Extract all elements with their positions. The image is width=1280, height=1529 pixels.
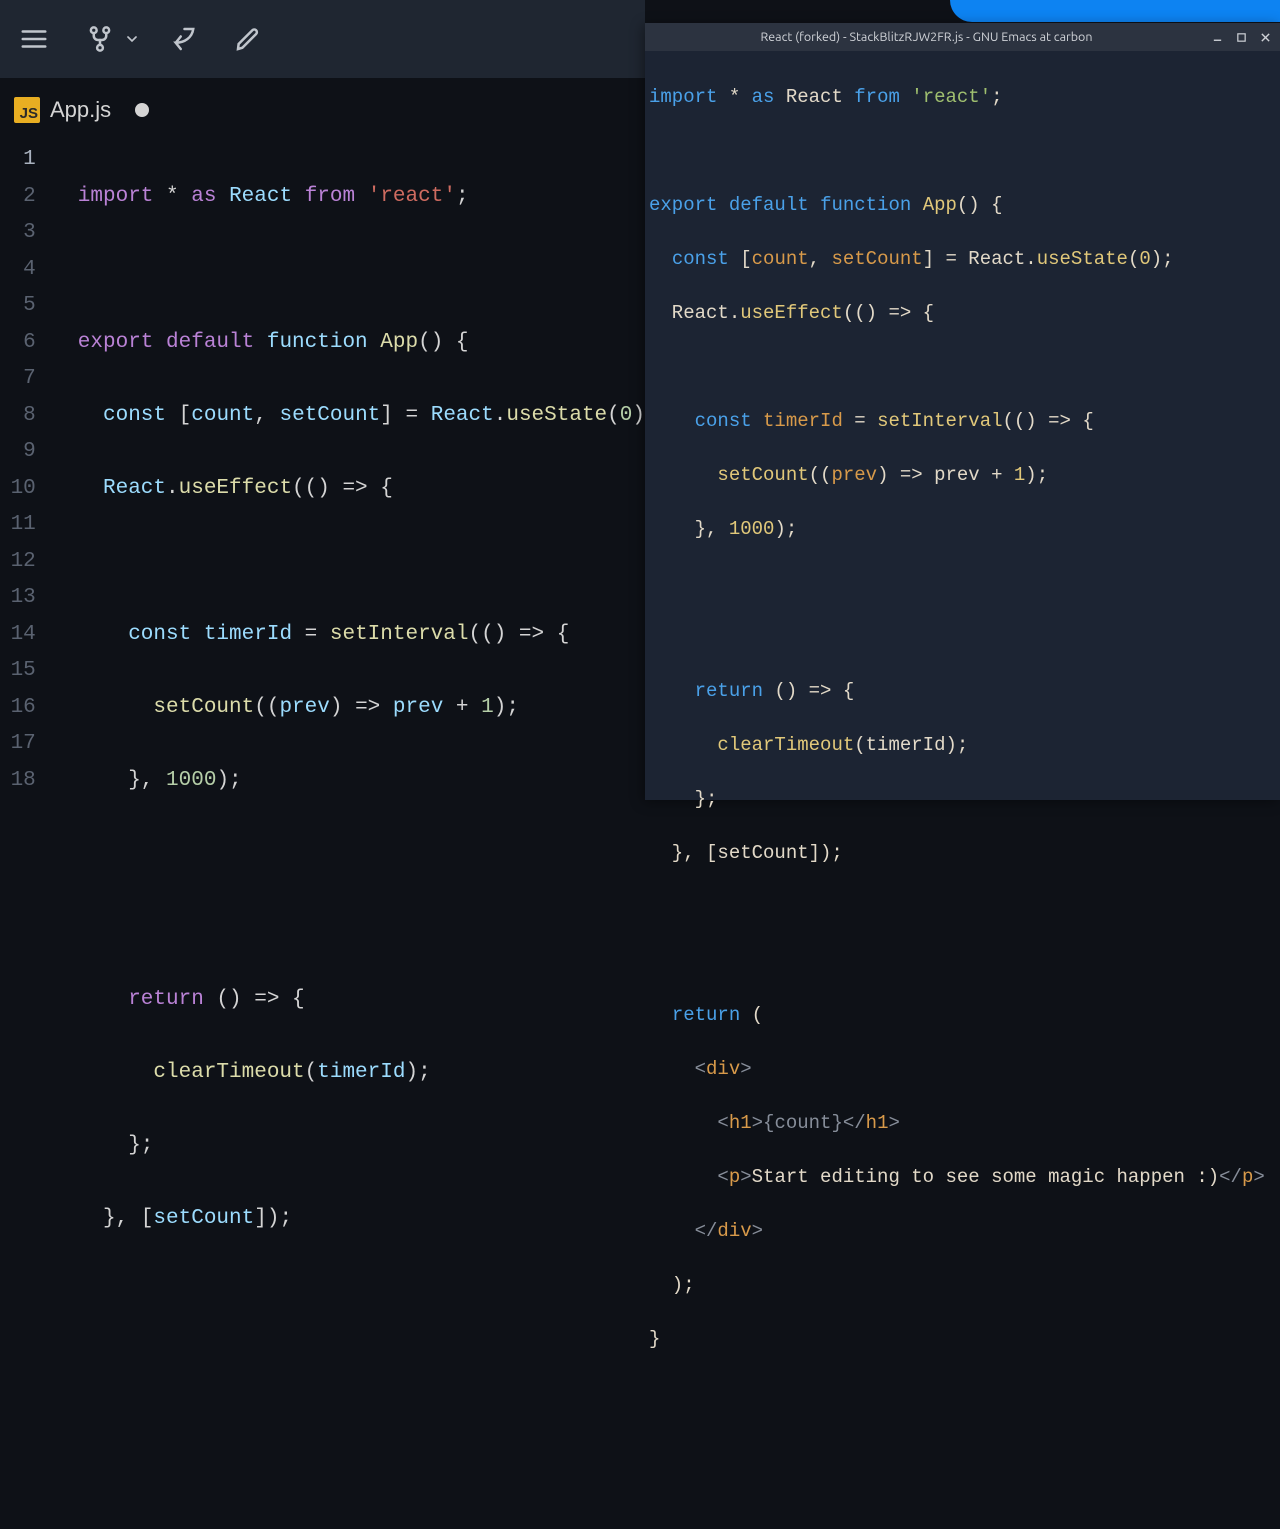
emacs-window: React (forked) - StackBlitzRJW2FR.js - G… xyxy=(645,23,1280,800)
line-gutter: 1 2 3 4 5 6 7 8 9 10 11 12 13 14 15 16 1… xyxy=(0,142,54,1529)
edit-button[interactable] xyxy=(222,13,274,65)
share-icon xyxy=(167,24,197,54)
close-button[interactable] xyxy=(1256,28,1274,46)
fork-button[interactable] xyxy=(74,13,126,65)
tab-app-js[interactable]: JS App.js xyxy=(0,78,171,141)
minimize-icon xyxy=(1212,32,1223,43)
hamburger-menu-button[interactable] xyxy=(8,13,60,65)
code-editor[interactable]: 1 2 3 4 5 6 7 8 9 10 11 12 13 14 15 16 1… xyxy=(0,142,645,1529)
window-title: React (forked) - StackBlitzRJW2FR.js - G… xyxy=(645,30,1208,44)
js-file-icon: JS xyxy=(14,97,40,123)
close-icon xyxy=(1260,32,1271,43)
window-controls xyxy=(1208,28,1280,46)
chevron-down-icon xyxy=(124,31,140,47)
top-right-pill[interactable] xyxy=(950,0,1280,22)
minimize-button[interactable] xyxy=(1208,28,1226,46)
tab-bar: JS App.js xyxy=(0,78,645,142)
fork-icon xyxy=(85,24,115,54)
toolbar xyxy=(0,0,645,78)
tab-filename: App.js xyxy=(50,97,111,123)
share-button[interactable] xyxy=(156,13,208,65)
window-titlebar[interactable]: React (forked) - StackBlitzRJW2FR.js - G… xyxy=(645,23,1280,51)
unsaved-indicator-icon xyxy=(135,103,149,117)
code-content[interactable]: import * as React from 'react'; export d… xyxy=(54,142,645,1529)
fork-dropdown-button[interactable] xyxy=(122,13,142,65)
hamburger-icon xyxy=(19,24,49,54)
emacs-code-content[interactable]: import * as React from 'react'; export d… xyxy=(645,51,1280,1407)
left-editor-panel: JS App.js 1 2 3 4 5 6 7 8 9 10 11 12 13 … xyxy=(0,0,645,800)
maximize-button[interactable] xyxy=(1232,28,1250,46)
pencil-icon xyxy=(233,24,263,54)
maximize-icon xyxy=(1236,32,1247,43)
